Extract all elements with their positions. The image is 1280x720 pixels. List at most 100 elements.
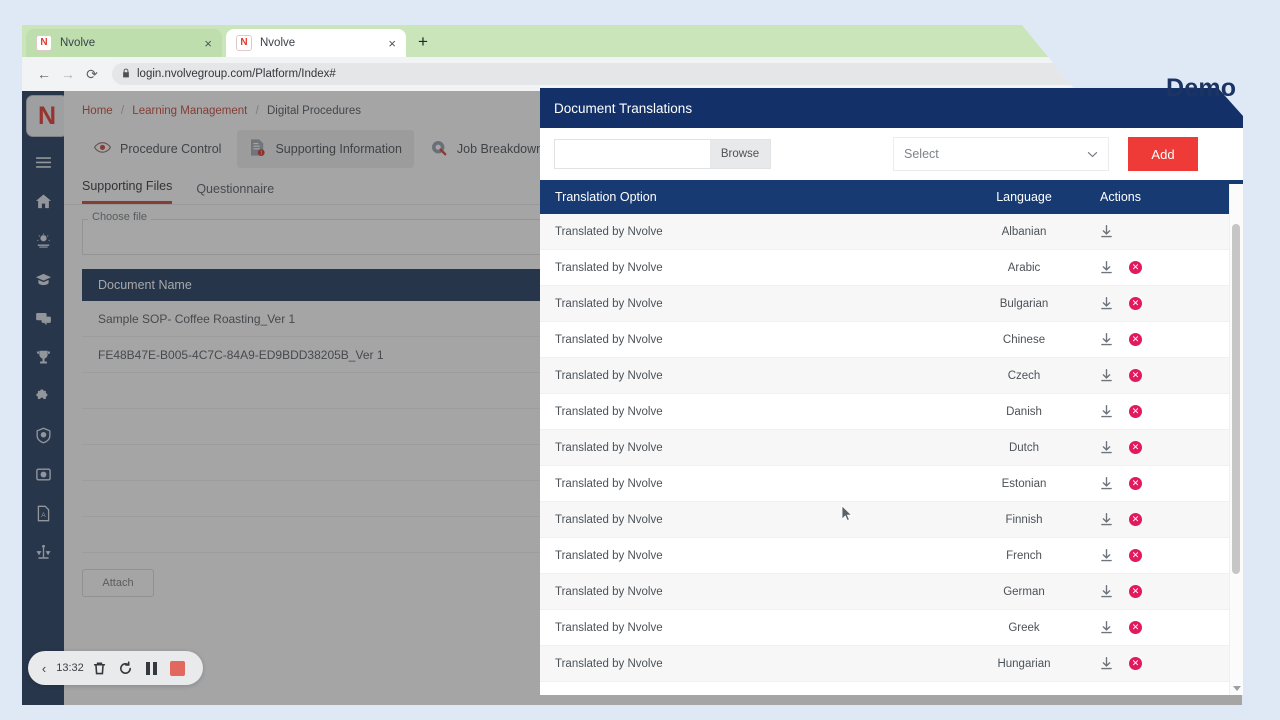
forward-icon[interactable]: → xyxy=(56,66,80,82)
close-icon[interactable]: × xyxy=(204,37,212,50)
column-header-language: Language xyxy=(996,190,1052,204)
recording-timer: 13:32 xyxy=(56,662,84,674)
delete-icon[interactable]: ✕ xyxy=(1129,261,1142,274)
table-row[interactable]: Translated by Nvolve French ✕ xyxy=(540,538,1243,574)
cell-language: Albanian xyxy=(1001,225,1047,238)
cell-actions: ✕ xyxy=(1093,369,1243,382)
modal-scrollbar-thumb[interactable] xyxy=(1232,224,1240,574)
stop-icon[interactable] xyxy=(164,660,190,676)
pause-icon[interactable] xyxy=(138,661,164,675)
delete-icon[interactable]: ✕ xyxy=(1129,621,1142,634)
cell-language: Danish xyxy=(1006,405,1042,418)
delete-icon[interactable]: ✕ xyxy=(1129,405,1142,418)
table-row[interactable]: Translated by Nvolve Albanian xyxy=(540,214,1243,250)
browser-tab-1[interactable]: N Nvolve × xyxy=(26,29,222,57)
table-row[interactable]: Translated by Nvolve Danish ✕ xyxy=(540,394,1243,430)
cell-actions: ✕ xyxy=(1093,621,1243,634)
modal-browse-button[interactable]: Browse xyxy=(710,140,770,168)
table-row[interactable]: Translated by Nvolve Greek ✕ xyxy=(540,610,1243,646)
trash-icon[interactable] xyxy=(86,661,112,676)
download-icon[interactable] xyxy=(1100,477,1113,490)
cell-language: Finnish xyxy=(1005,513,1043,526)
scroll-down-arrow-icon[interactable] xyxy=(1233,686,1241,691)
close-icon[interactable]: × xyxy=(388,37,396,50)
cell-actions xyxy=(1093,225,1243,238)
cell-actions: ✕ xyxy=(1093,297,1243,310)
delete-icon[interactable]: ✕ xyxy=(1129,549,1142,562)
download-icon[interactable] xyxy=(1100,657,1113,670)
table-row[interactable]: Translated by Nvolve Chinese ✕ xyxy=(540,322,1243,358)
table-row[interactable]: Translated by Nvolve German ✕ xyxy=(540,574,1243,610)
cell-actions: ✕ xyxy=(1093,477,1243,490)
download-icon[interactable] xyxy=(1100,513,1113,526)
cell-language: Arabic xyxy=(1007,261,1041,274)
download-icon[interactable] xyxy=(1100,549,1113,562)
cell-language: Greek xyxy=(1008,621,1040,634)
nvolve-n-icon: N xyxy=(36,35,52,51)
cell-language: Bulgarian xyxy=(999,297,1049,310)
cell-actions: ✕ xyxy=(1093,513,1243,526)
delete-icon[interactable]: ✕ xyxy=(1129,585,1142,598)
translations-table-body: Translated by Nvolve Albanian Translated b… xyxy=(540,214,1243,682)
modal-file-control[interactable]: Browse xyxy=(554,139,771,169)
download-icon[interactable] xyxy=(1100,261,1113,274)
column-header-translation-option: Translation Option xyxy=(555,190,657,204)
new-tab-button[interactable]: + xyxy=(418,32,428,52)
cell-translation-option: Translated by Nvolve xyxy=(555,585,663,598)
table-row[interactable]: Translated by Nvolve Czech ✕ xyxy=(540,358,1243,394)
delete-icon[interactable]: ✕ xyxy=(1129,297,1142,310)
add-button[interactable]: Add xyxy=(1128,137,1198,171)
modal-title: Document Translations xyxy=(540,88,1243,128)
delete-icon[interactable]: ✕ xyxy=(1129,477,1142,490)
table-row[interactable]: Translated by Nvolve Hungarian ✕ xyxy=(540,646,1243,682)
url-text: login.nvolvegroup.com/Platform/Index# xyxy=(137,68,336,80)
delete-icon[interactable]: ✕ xyxy=(1129,657,1142,670)
cell-actions: ✕ xyxy=(1093,405,1243,418)
cell-actions: ✕ xyxy=(1093,657,1243,670)
download-icon[interactable] xyxy=(1100,225,1113,238)
cell-translation-option: Translated by Nvolve xyxy=(555,225,663,238)
collapse-icon[interactable]: ‹ xyxy=(34,661,54,676)
browser-tab-strip: N Nvolve × N Nvolve × + xyxy=(22,25,1242,57)
cell-actions: ✕ xyxy=(1093,261,1243,274)
delete-icon[interactable]: ✕ xyxy=(1129,333,1142,346)
cell-language: German xyxy=(1003,585,1045,598)
lock-icon xyxy=(122,68,130,80)
modal-scrollbar[interactable] xyxy=(1229,184,1243,695)
table-row[interactable]: Translated by Nvolve Arabic ✕ xyxy=(540,250,1243,286)
download-icon[interactable] xyxy=(1100,333,1113,346)
cell-translation-option: Translated by Nvolve xyxy=(555,333,663,346)
table-row[interactable]: Translated by Nvolve Estonian ✕ xyxy=(540,466,1243,502)
modal-file-input[interactable] xyxy=(555,140,710,168)
language-select[interactable]: Select xyxy=(893,137,1109,171)
cell-actions: ✕ xyxy=(1093,441,1243,454)
back-icon[interactable]: ← xyxy=(32,66,56,82)
cell-translation-option: Translated by Nvolve xyxy=(555,261,663,274)
reload-icon[interactable]: ⟳ xyxy=(80,66,104,83)
cell-actions: ✕ xyxy=(1093,585,1243,598)
screen-recorder-toolbar: ‹ 13:32 xyxy=(28,651,203,685)
url-input[interactable]: login.nvolvegroup.com/Platform/Index# xyxy=(112,63,1155,85)
cell-translation-option: Translated by Nvolve xyxy=(555,297,663,310)
restart-icon[interactable] xyxy=(112,660,138,676)
table-row[interactable]: Translated by Nvolve Finnish ✕ xyxy=(540,502,1243,538)
cell-translation-option: Translated by Nvolve xyxy=(555,513,663,526)
delete-icon[interactable]: ✕ xyxy=(1129,513,1142,526)
mouse-cursor xyxy=(841,504,853,522)
table-row[interactable]: Translated by Nvolve Bulgarian ✕ xyxy=(540,286,1243,322)
cell-translation-option: Translated by Nvolve xyxy=(555,369,663,382)
screen-stage: N Nvolve × N Nvolve × + ← → ⟳ login.nvol… xyxy=(0,0,1280,720)
table-row[interactable]: Translated by Nvolve Dutch ✕ xyxy=(540,430,1243,466)
download-icon[interactable] xyxy=(1100,585,1113,598)
browser-tab-2[interactable]: N Nvolve × xyxy=(226,29,406,57)
download-icon[interactable] xyxy=(1100,369,1113,382)
download-icon[interactable] xyxy=(1100,441,1113,454)
browser-address-bar: ← → ⟳ login.nvolvegroup.com/Platform/Ind… xyxy=(22,57,1242,91)
nvolve-n-icon: N xyxy=(236,35,252,51)
download-icon[interactable] xyxy=(1100,621,1113,634)
delete-icon[interactable]: ✕ xyxy=(1129,369,1142,382)
chevron-down-icon xyxy=(1087,147,1098,161)
download-icon[interactable] xyxy=(1100,297,1113,310)
delete-icon[interactable]: ✕ xyxy=(1129,441,1142,454)
download-icon[interactable] xyxy=(1100,405,1113,418)
